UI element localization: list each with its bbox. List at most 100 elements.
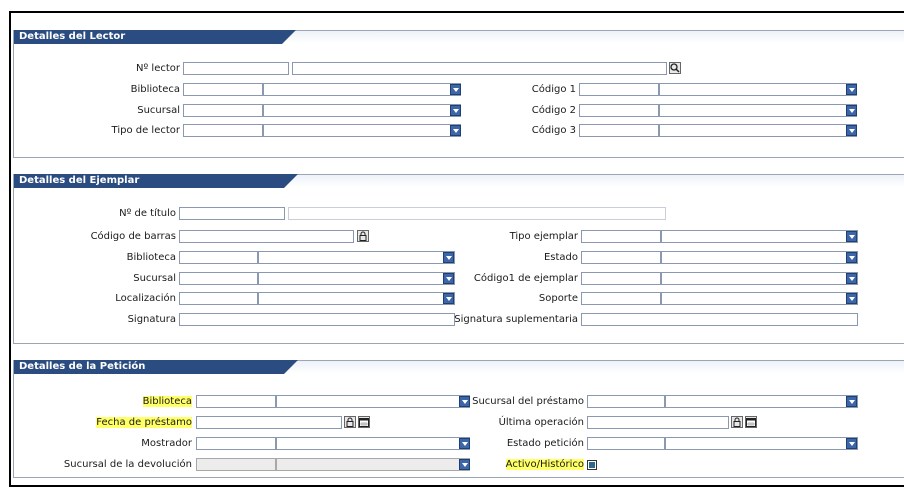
label-sucursal-prestamo: Sucursal del préstamo [472,396,584,407]
soporte-select[interactable] [661,292,858,305]
label-signatura-suplementaria: Signatura suplementaria [454,314,578,325]
sucursal-ejemplar-select[interactable] [258,272,455,285]
tipo-lector-code[interactable] [183,124,263,137]
chevron-down-icon[interactable] [459,438,470,449]
codigo2-code[interactable] [579,104,659,117]
label-mostrador: Mostrador [141,438,192,449]
codigo3-code[interactable] [579,124,659,137]
chevron-down-icon[interactable] [846,252,857,263]
calendar-icon[interactable] [745,416,757,428]
chevron-down-icon[interactable] [459,459,470,470]
label-sucursal-lector: Sucursal [137,105,180,116]
mostrador-code[interactable] [196,437,276,450]
label-tipo-ejemplar: Tipo ejemplar [509,231,578,242]
label-sucursal-ejemplar: Sucursal [133,273,176,284]
chevron-down-icon[interactable] [846,293,857,304]
chevron-down-icon[interactable] [846,438,857,449]
label-codigo1: Código 1 [531,84,576,95]
panel-peticion-title: Detalles de la Petición [14,360,284,374]
label-estado-peticion: Estado petición [506,438,584,449]
biblioteca-peticion-select[interactable] [276,395,470,408]
chevron-down-icon[interactable] [450,105,461,116]
estado-select[interactable] [661,251,858,264]
label-num-titulo: Nº de título [119,208,176,219]
localizacion-select[interactable] [258,292,455,305]
sucursal-prestamo-select[interactable] [665,395,858,408]
chevron-down-icon[interactable] [846,231,857,242]
chevron-down-icon[interactable] [450,125,461,136]
label-tipo-lector: Tipo de lector [111,125,180,136]
label-activo-historico: Activo/Histórico [505,459,584,470]
sucursal-lector-select[interactable] [263,104,461,117]
label-biblioteca-ejemplar: Biblioteca [126,252,176,263]
label-biblioteca-peticion: Biblioteca [142,396,192,407]
mostrador-select[interactable] [276,437,470,450]
activo-historico-checkbox[interactable] [587,460,597,470]
label-codigo3: Código 3 [531,125,576,136]
panel-ejemplar-header: Detalles del Ejemplar [14,174,904,188]
estado-peticion-select[interactable] [665,437,858,450]
tipo-ejemplar-code[interactable] [581,230,661,243]
label-num-lector: Nº lector [136,63,180,74]
sucursal-devolucion-select [276,458,470,471]
titulo-display [288,207,666,220]
label-signatura: Signatura [127,314,176,325]
lock-icon[interactable] [344,416,356,428]
biblioteca-ejemplar-code[interactable] [179,251,258,264]
sucursal-ejemplar-code[interactable] [179,272,258,285]
sucursal-devolucion-code [196,458,276,471]
panel-lector-title: Detalles del Lector [14,30,282,44]
biblioteca-peticion-code[interactable] [196,395,276,408]
chevron-down-icon[interactable] [846,84,857,95]
chevron-down-icon[interactable] [846,105,857,116]
chevron-down-icon[interactable] [846,273,857,284]
codigo1-ejemplar-select[interactable] [661,272,858,285]
label-estado: Estado [543,252,578,263]
biblioteca-ejemplar-select[interactable] [258,251,455,264]
label-sucursal-devolucion: Sucursal de la devolución [63,459,192,470]
estado-code[interactable] [581,251,661,264]
panel-lector-header: Detalles del Lector [14,30,904,44]
chevron-down-icon[interactable] [443,252,454,263]
tipo-lector-select[interactable] [263,124,461,137]
label-fecha-prestamo: Fecha de préstamo [96,417,192,428]
label-localizacion: Localización [115,293,176,304]
ultima-operacion-input[interactable] [587,416,729,429]
codigo1-select[interactable] [659,83,857,96]
chevron-down-icon[interactable] [846,125,857,136]
codigo2-select[interactable] [659,104,857,117]
panel-ejemplar-title: Detalles del Ejemplar [14,174,284,188]
label-codigo2: Código 2 [531,105,576,116]
sucursal-lector-code[interactable] [183,104,263,117]
biblioteca-lector-code[interactable] [183,83,263,96]
label-codigo-barras: Código de barras [90,231,176,242]
estado-peticion-code[interactable] [587,437,665,450]
codigo1-code[interactable] [579,83,659,96]
panel-peticion-header: Detalles de la Petición [14,360,904,374]
label-soporte: Soporte [538,293,578,304]
lock-icon[interactable] [357,230,369,242]
search-icon[interactable] [669,62,681,74]
signatura-input[interactable] [179,313,455,326]
calendar-icon[interactable] [358,416,370,428]
lock-icon[interactable] [731,416,743,428]
label-codigo1-ejemplar: Código1 de ejemplar [473,273,578,284]
chevron-down-icon[interactable] [450,84,461,95]
num-titulo-input[interactable] [179,207,285,220]
num-lector-input[interactable] [183,62,289,75]
localizacion-code[interactable] [179,292,258,305]
signatura-suplementaria-input[interactable] [581,313,858,326]
codigo3-select[interactable] [659,124,857,137]
sucursal-prestamo-code[interactable] [587,395,665,408]
lector-name-input[interactable] [292,62,667,75]
fecha-prestamo-input[interactable] [196,416,342,429]
soporte-code[interactable] [581,292,661,305]
chevron-down-icon[interactable] [846,396,857,407]
chevron-down-icon[interactable] [443,293,454,304]
biblioteca-lector-select[interactable] [263,83,461,96]
codigo1-ejemplar-code[interactable] [581,272,661,285]
codigo-barras-input[interactable] [179,230,354,243]
label-biblioteca-lector: Biblioteca [130,84,180,95]
tipo-ejemplar-select[interactable] [661,230,858,243]
label-ultima-operacion: Última operación [498,417,584,428]
